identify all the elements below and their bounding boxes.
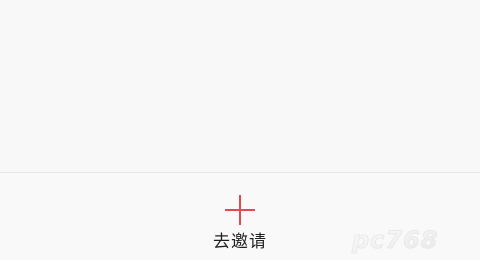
watermark-text: pc768 <box>351 226 439 254</box>
content-area <box>0 0 480 172</box>
pc768-watermark-logo: pc768 <box>351 226 439 255</box>
plus-icon <box>225 195 255 225</box>
invite-button[interactable]: 去邀请 <box>200 189 280 255</box>
invite-label: 去邀请 <box>213 232 267 252</box>
app-screen: 去邀请 pc768 <box>0 0 480 260</box>
